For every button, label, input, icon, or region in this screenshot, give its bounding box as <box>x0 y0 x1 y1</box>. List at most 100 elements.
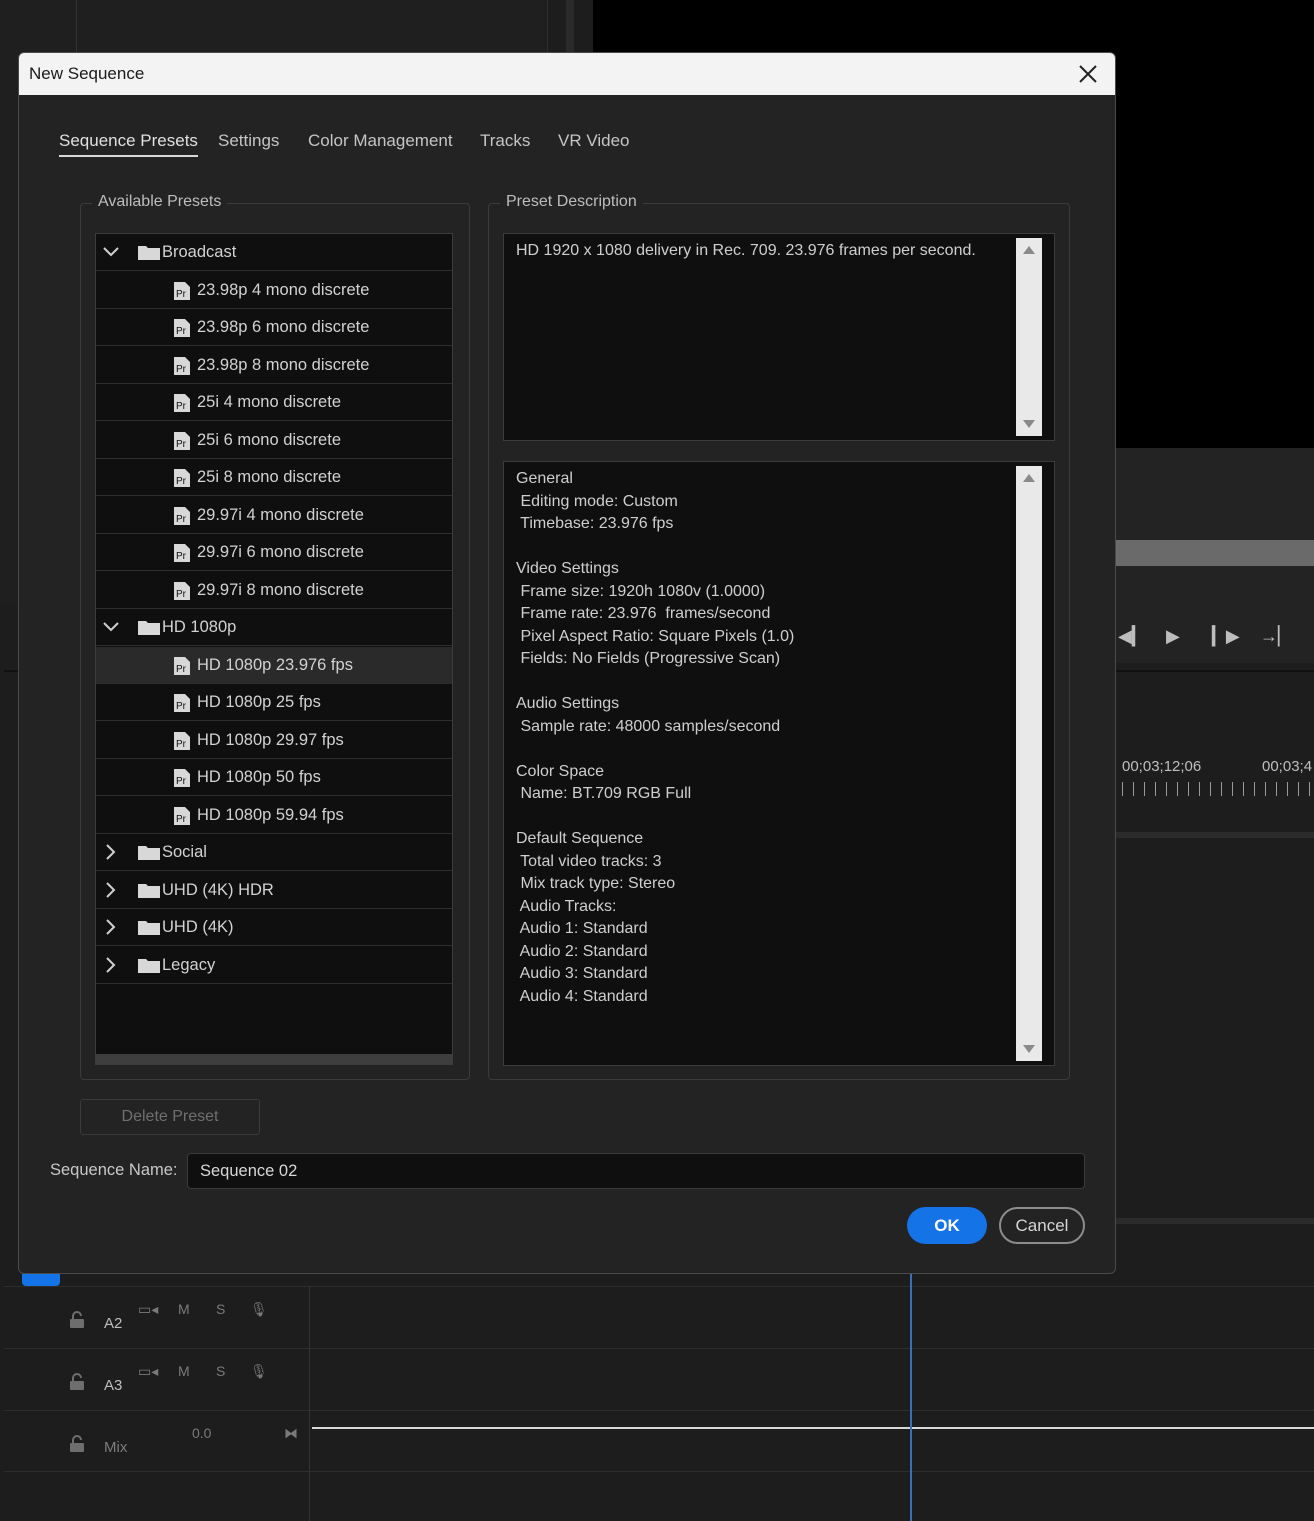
chevron-right-icon[interactable] <box>102 918 120 936</box>
premiere-preset-icon: Pr <box>174 581 190 600</box>
tree-preset[interactable]: Pr 23.98p 8 mono discrete <box>96 347 452 384</box>
tree-preset-label: HD 1080p 59.94 fps <box>197 805 344 824</box>
timecode-label: 00;03;4 <box>1262 758 1313 775</box>
tree-preset[interactable]: Pr HD 1080p 59.94 fps <box>96 797 452 834</box>
sequence-name-label: Sequence Name: <box>50 1161 178 1179</box>
mix-volume-value[interactable]: 0.0 <box>192 1425 211 1441</box>
mute-button[interactable]: M <box>178 1301 190 1317</box>
tree-preset-label: HD 1080p 29.97 fps <box>197 730 344 749</box>
tab-vr-video[interactable]: VR Video <box>558 131 630 151</box>
preset-tree[interactable]: Broadcast Pr 23.98p 4 mono discrete Pr 23.98… <box>95 233 453 1065</box>
premiere-preset-icon: Pr <box>174 506 190 525</box>
lock-icon[interactable] <box>68 1435 86 1453</box>
play-icon[interactable]: ▶ <box>1166 626 1180 647</box>
panner-icon[interactable]: ⧓ <box>284 1425 298 1442</box>
description-box[interactable]: HD 1920 x 1080 delivery in Rec. 709. 23.… <box>503 233 1055 441</box>
svg-text:Pr: Pr <box>176 814 187 825</box>
microphone-icon[interactable]: 🎙 <box>250 1301 268 1318</box>
dialog-titlebar[interactable]: New Sequence <box>19 53 1115 95</box>
tree-preset[interactable]: Pr 29.97i 8 mono discrete <box>96 572 452 609</box>
voiceover-record-icon[interactable]: ▭◂ <box>138 1301 158 1318</box>
blue-marker <box>22 1272 60 1286</box>
tab-tracks[interactable]: Tracks <box>480 131 530 151</box>
monitor-scrub-bar[interactable] <box>1116 540 1314 566</box>
folder-icon <box>138 883 160 898</box>
timeline-separator <box>1116 832 1314 838</box>
step-forward-icon[interactable]: ▎▶ <box>1212 626 1240 647</box>
premiere-preset-icon: Pr <box>174 806 190 825</box>
scroll-up-icon[interactable] <box>1023 246 1035 254</box>
tree-preset[interactable]: Pr HD 1080p 25 fps <box>96 684 452 721</box>
premiere-preset-icon: Pr <box>174 356 190 375</box>
tab-settings[interactable]: Settings <box>218 131 279 151</box>
panel-divider <box>76 0 77 52</box>
track-bottom-line <box>4 1471 1314 1472</box>
tree-preset[interactable]: Pr 25i 6 mono discrete <box>96 422 452 459</box>
go-to-out-icon[interactable]: →▏ <box>1260 626 1292 647</box>
tree-preset[interactable]: Pr 25i 8 mono discrete <box>96 459 452 496</box>
tree-preset[interactable]: Pr 25i 4 mono discrete <box>96 384 452 421</box>
tree-preset[interactable]: Pr 23.98p 4 mono discrete <box>96 272 452 309</box>
microphone-icon[interactable]: 🎙 <box>250 1363 268 1380</box>
voiceover-record-icon[interactable]: ▭◂ <box>138 1363 158 1380</box>
folder-icon <box>138 246 160 260</box>
tree-folder[interactable]: Broadcast <box>96 234 452 271</box>
svg-text:Pr: Pr <box>176 739 187 750</box>
scroll-down-icon[interactable] <box>1023 420 1035 428</box>
premiere-preset-icon: Pr <box>174 281 190 300</box>
tab-color-management[interactable]: Color Management <box>308 131 453 151</box>
track-label: A2 <box>104 1315 123 1332</box>
audio-track-a2[interactable]: A2 ▭◂ M S 🎙 <box>4 1286 1314 1348</box>
lock-icon[interactable] <box>68 1373 86 1391</box>
tree-preset[interactable]: Pr HD 1080p 23.976 fps <box>96 646 452 684</box>
folder-icon <box>138 621 160 635</box>
tab-sequence-presets[interactable]: Sequence Presets <box>59 131 198 157</box>
timeline-ruler[interactable] <box>1122 782 1314 796</box>
chevron-right-icon[interactable] <box>102 956 120 974</box>
tree-folder[interactable]: Social <box>96 834 452 871</box>
scroll-down-icon[interactable] <box>1023 1045 1035 1053</box>
audio-track-a3[interactable]: A3 ▭◂ M S 🎙 <box>4 1348 1314 1410</box>
ok-button[interactable]: OK <box>907 1207 987 1244</box>
tree-preset[interactable]: Pr HD 1080p 29.97 fps <box>96 722 452 759</box>
scroll-up-icon[interactable] <box>1023 474 1035 482</box>
tree-preset[interactable]: Pr HD 1080p 50 fps <box>96 759 452 796</box>
svg-text:Pr: Pr <box>176 289 187 300</box>
tree-preset-label: 29.97i 8 mono discrete <box>197 580 364 599</box>
playhead-line[interactable] <box>910 1274 912 1521</box>
svg-text:Pr: Pr <box>176 776 187 787</box>
tree-folder[interactable]: Legacy <box>96 947 452 984</box>
step-back-icon[interactable]: ◀▎ <box>1118 626 1146 647</box>
tree-folder-label: UHD (4K) <box>162 918 234 936</box>
chevron-down-icon[interactable] <box>102 243 120 261</box>
mix-track[interactable]: Mix 0.0 ⧓ <box>4 1410 1314 1472</box>
tree-horizontal-scrollbar[interactable] <box>96 1054 452 1064</box>
svg-text:Pr: Pr <box>176 364 187 375</box>
description-scrollbar[interactable] <box>1016 238 1042 436</box>
solo-button[interactable]: S <box>216 1363 225 1379</box>
mute-button[interactable]: M <box>178 1363 190 1379</box>
panel-divider <box>566 0 574 52</box>
solo-button[interactable]: S <box>216 1301 225 1317</box>
details-scrollbar[interactable] <box>1016 466 1042 1061</box>
chevron-right-icon[interactable] <box>102 843 120 861</box>
chevron-down-icon[interactable] <box>102 618 120 636</box>
tree-preset-label: HD 1080p 25 fps <box>197 693 321 711</box>
close-icon[interactable] <box>1075 61 1101 87</box>
tree-folder[interactable]: HD 1080p <box>96 609 452 646</box>
tree-preset[interactable]: Pr 23.98p 6 mono discrete <box>96 309 452 346</box>
lock-icon[interactable] <box>68 1311 86 1329</box>
delete-preset-button[interactable]: Delete Preset <box>80 1099 260 1135</box>
tree-preset[interactable]: Pr 29.97i 6 mono discrete <box>96 534 452 571</box>
folder-icon <box>138 846 160 860</box>
tree-preset-label: 29.97i 6 mono discrete <box>197 543 364 561</box>
tree-preset[interactable]: Pr 29.97i 4 mono discrete <box>96 497 452 534</box>
tree-folder[interactable]: UHD (4K) <box>96 909 452 946</box>
tree-folder-label: Legacy <box>162 955 216 974</box>
details-box[interactable]: General Editing mode: Custom Timebase: 2… <box>503 461 1055 1066</box>
cancel-button[interactable]: Cancel <box>999 1207 1085 1244</box>
chevron-right-icon[interactable] <box>102 881 120 899</box>
sequence-name-input[interactable]: Sequence 02 <box>187 1153 1085 1189</box>
tree-folder[interactable]: UHD (4K) HDR <box>96 872 452 909</box>
premiere-preset-icon: Pr <box>174 731 190 750</box>
